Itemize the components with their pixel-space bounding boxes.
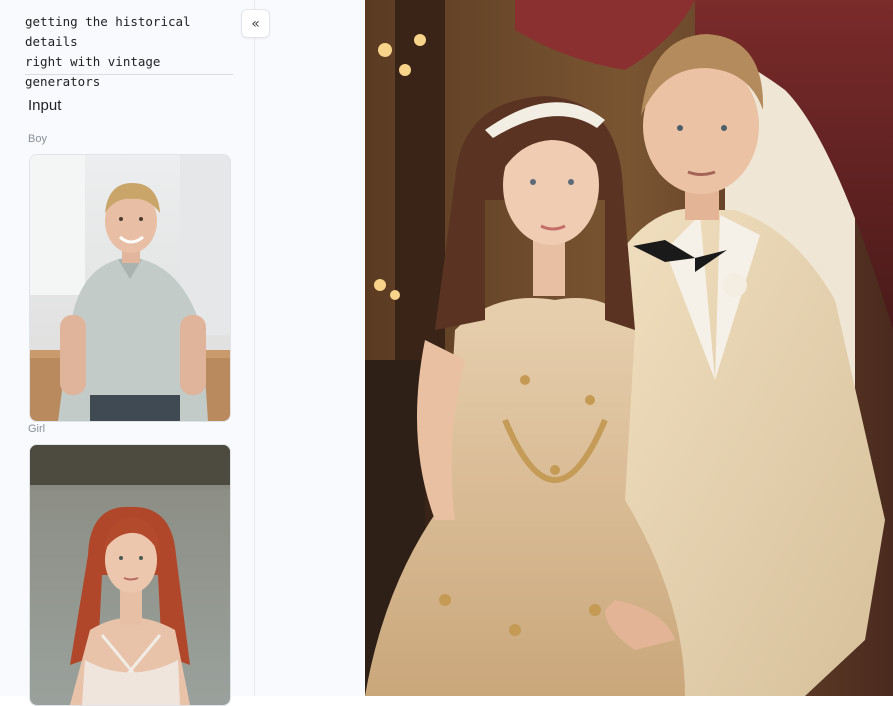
girl-photo-image [30,445,230,705]
sidebar-panel: getting the historical details right wit… [0,0,255,706]
chevron-double-left-icon: « [251,15,260,32]
divider [25,74,233,75]
gutter [255,0,365,696]
page-title: getting the historical details right wit… [25,14,191,89]
input-heading: Input [28,97,62,114]
generated-image-picture [365,0,893,696]
girl-photo[interactable] [29,444,231,706]
boy-photo[interactable] [29,154,231,422]
generated-image[interactable] [365,0,893,696]
input-label-girl: Girl [28,423,46,435]
input-label-boy: Boy [28,133,47,145]
collapse-sidebar-button[interactable]: « [241,9,270,38]
boy-photo-image [30,155,230,421]
